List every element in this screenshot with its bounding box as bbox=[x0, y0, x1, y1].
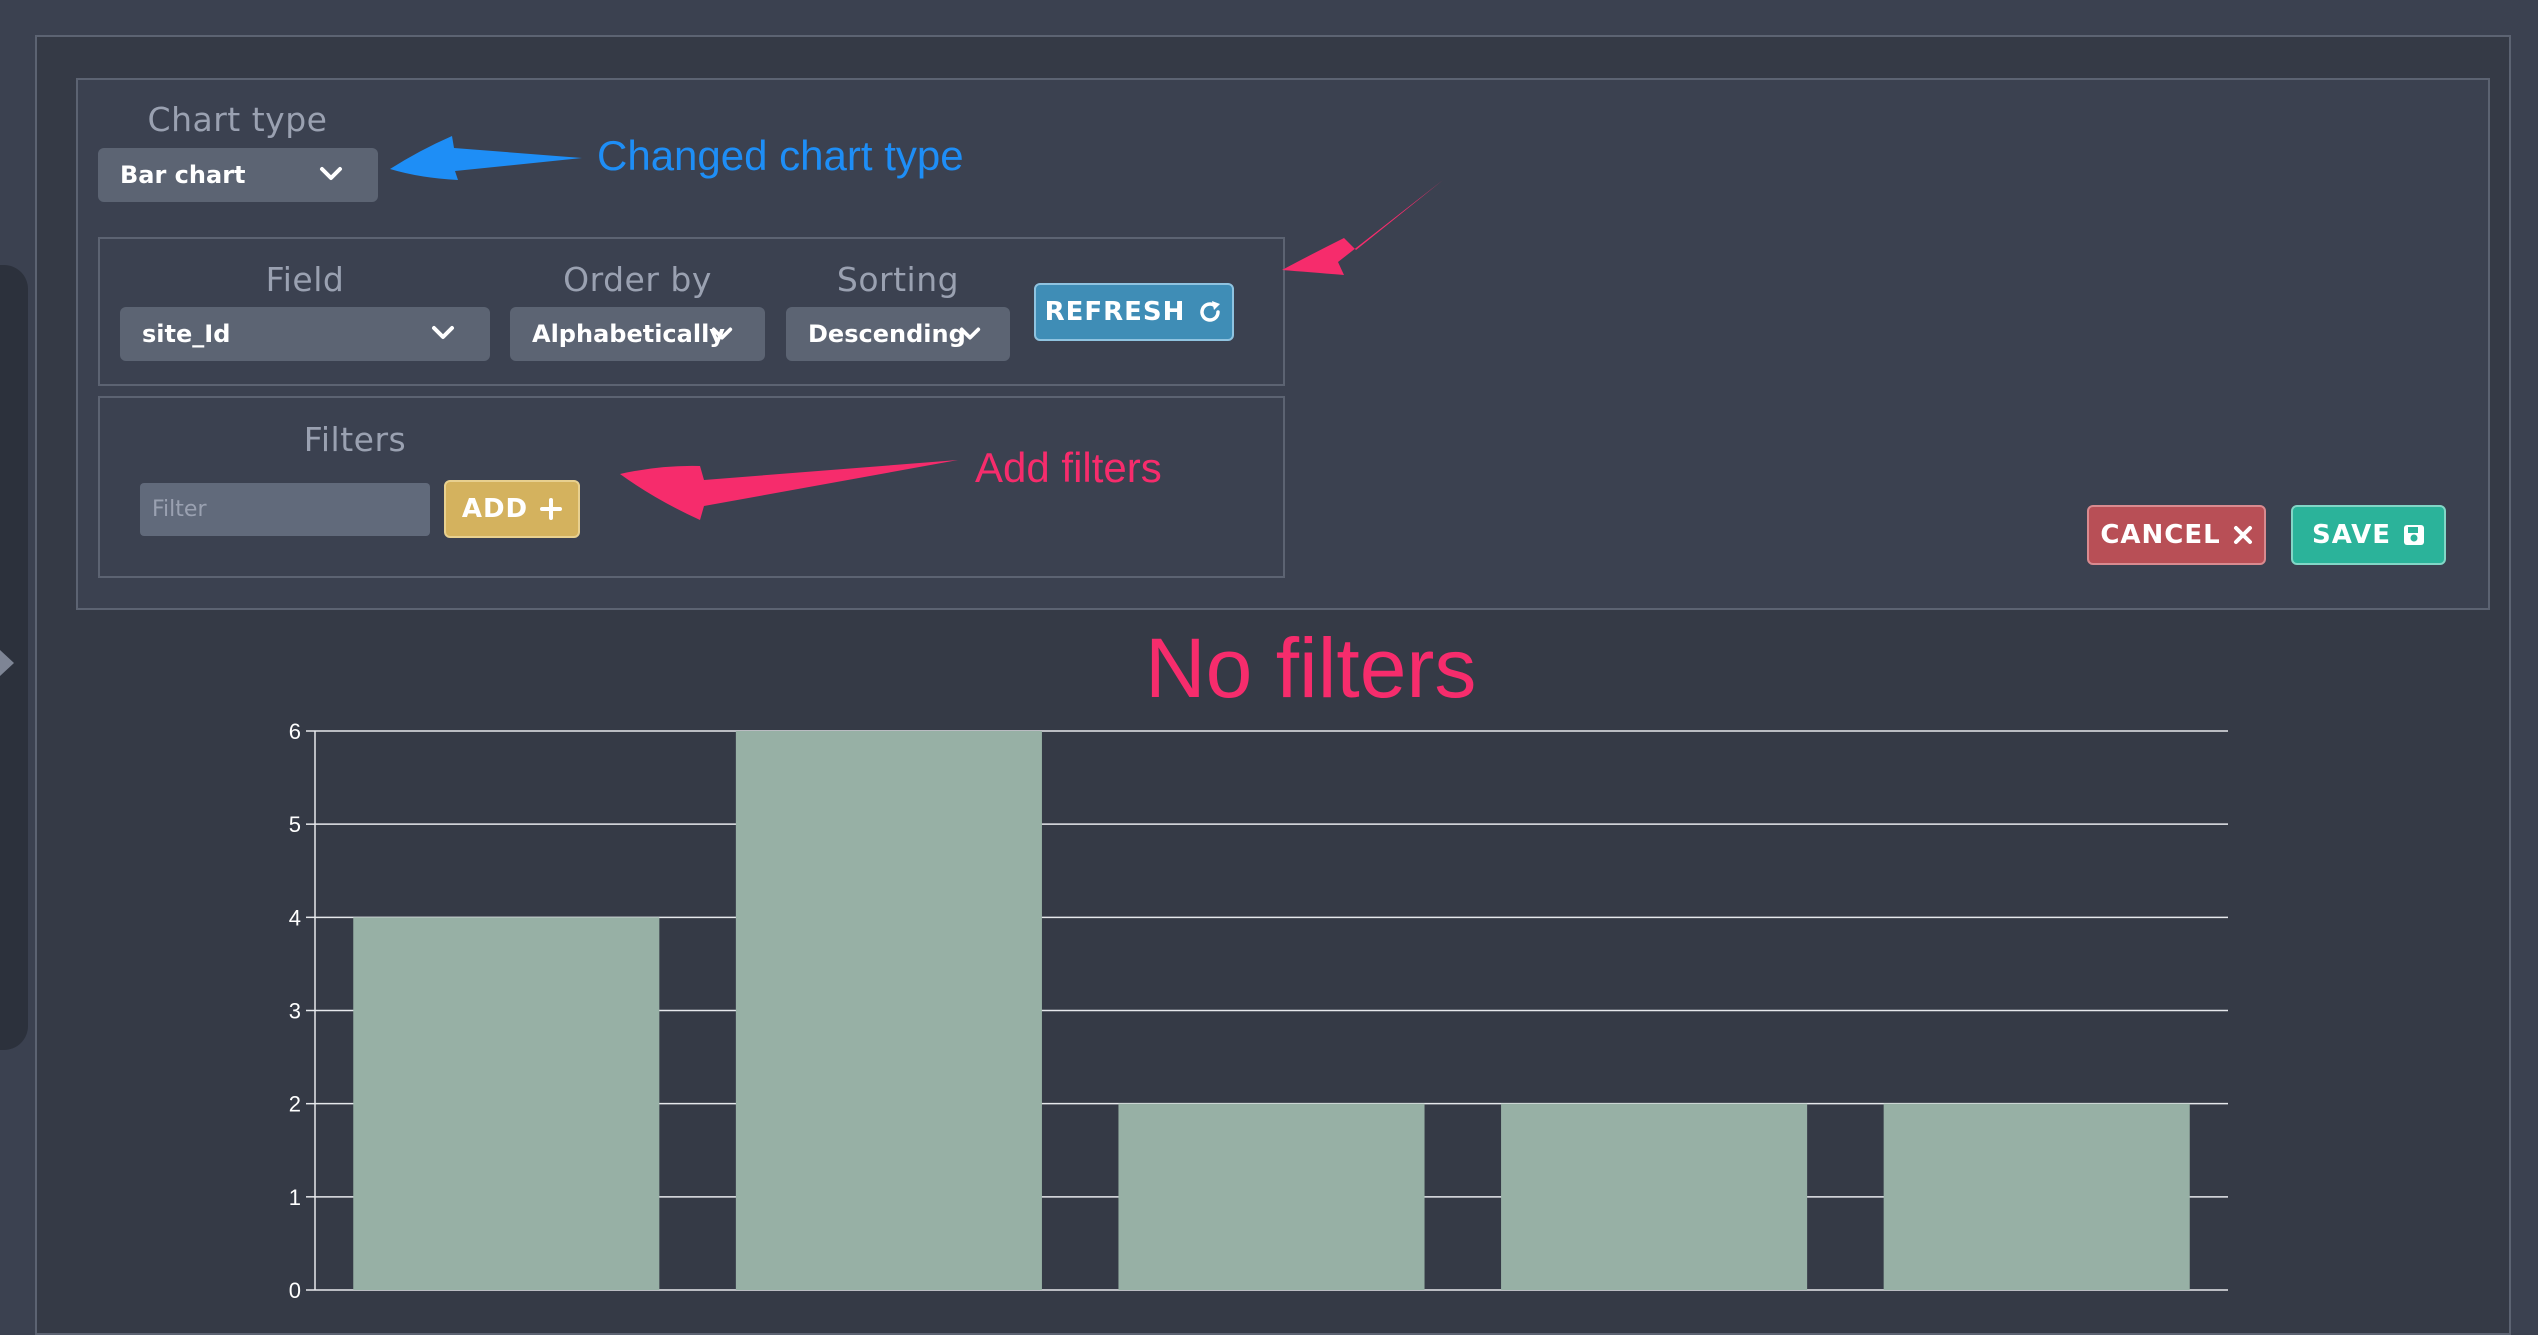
bar[interactable] bbox=[1883, 1103, 2190, 1290]
bar-chart: 0 1 2 3 4 5 6 bbox=[289, 719, 2228, 1303]
y-tick-label: 2 bbox=[289, 1092, 301, 1117]
y-tick-label: 1 bbox=[289, 1185, 301, 1210]
y-tick-label: 4 bbox=[289, 905, 301, 930]
y-tick-label: 0 bbox=[289, 1278, 301, 1303]
y-tick-label: 6 bbox=[289, 719, 301, 744]
y-tick-label: 5 bbox=[289, 812, 301, 837]
bar[interactable] bbox=[1501, 1103, 1808, 1290]
bar[interactable] bbox=[353, 917, 660, 1290]
bar[interactable] bbox=[1118, 1103, 1425, 1290]
bar[interactable] bbox=[735, 731, 1042, 1290]
y-tick-label: 3 bbox=[289, 999, 301, 1024]
